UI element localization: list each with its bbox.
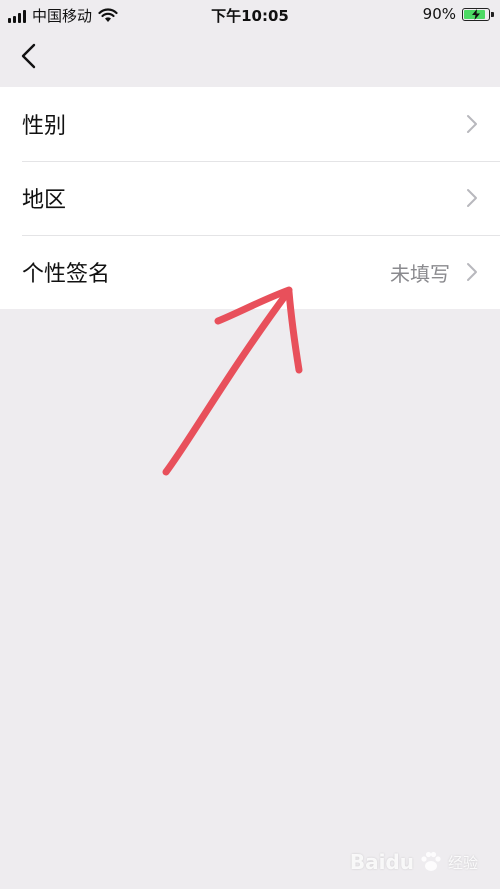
paw-icon [421,851,441,871]
settings-row-region[interactable]: 地区 [0,161,500,235]
row-label: 地区 [22,188,67,213]
chevron-right-icon [467,263,477,281]
status-right: 90% [422,5,494,23]
battery-icon [462,7,494,21]
settings-row-gender[interactable]: 性别 [0,87,500,161]
nav-bar [0,28,500,86]
chevron-right-icon [467,115,477,133]
settings-row-signature[interactable]: 个性签名 未填写 [0,235,500,309]
battery-percent: 90% [422,5,456,23]
battery-nub [491,11,494,17]
back-button[interactable] [16,40,44,72]
status-bar: 中国移动 下午10:05 90% [0,0,500,28]
chevron-left-icon [21,43,36,69]
row-value: 未填写 [390,261,450,286]
settings-list: 性别 地区 个性签名 未填写 [0,87,500,309]
row-label: 个性签名 [22,262,111,287]
watermark-text: Baidu [349,850,414,874]
row-label: 性别 [22,114,67,139]
watermark-sub: 经验 [447,853,478,872]
charging-bolt-icon [472,8,480,20]
watermark: Baidu 经验 [350,849,478,875]
chevron-right-icon [467,189,477,207]
